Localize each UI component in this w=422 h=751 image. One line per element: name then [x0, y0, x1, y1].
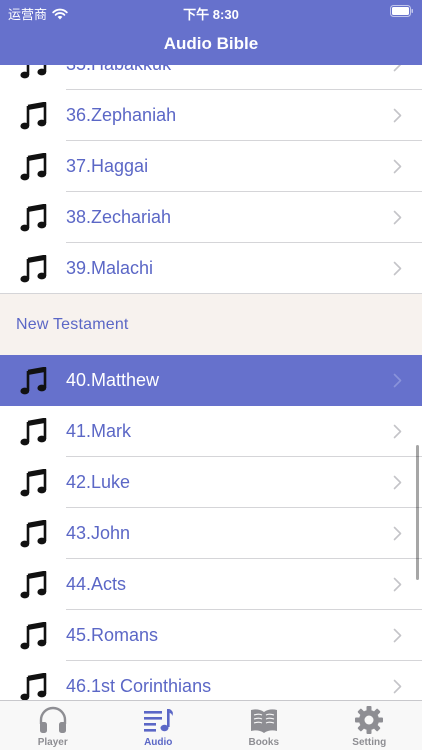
- list-item-label: 39.Malachi: [66, 258, 153, 279]
- music-note-icon: [20, 153, 48, 181]
- scroll-indicator[interactable]: [416, 445, 419, 580]
- list-item[interactable]: 41.Mark: [0, 406, 422, 457]
- book-list[interactable]: 35.Habakkuk 36.Zephaniah 37.Haggai 38.Zecha…: [0, 65, 422, 700]
- list-item[interactable]: 35.Habakkuk: [0, 65, 422, 90]
- tab-bar: Player Audio Books: [0, 700, 422, 750]
- list-item-label: 37.Haggai: [66, 156, 148, 177]
- tab-label: Setting: [317, 737, 422, 748]
- list-item[interactable]: 39.Malachi: [0, 243, 422, 294]
- list-item-label: 45.Romans: [66, 625, 158, 646]
- music-note-icon: [20, 520, 48, 548]
- tab-books[interactable]: Books: [211, 701, 317, 751]
- list-item-label: 40.Matthew: [66, 370, 159, 391]
- playlist-icon: [142, 704, 174, 736]
- chevron-right-icon: [393, 526, 402, 541]
- list-item[interactable]: 38.Zechariah: [0, 192, 422, 243]
- list-item-label: 38.Zechariah: [66, 207, 171, 228]
- music-note-icon: [20, 571, 48, 599]
- gear-icon: [353, 704, 385, 736]
- tab-label: Books: [211, 737, 317, 748]
- chevron-right-icon: [393, 261, 402, 276]
- tab-label: Player: [0, 737, 106, 748]
- chevron-right-icon: [393, 679, 402, 694]
- list-item[interactable]: 44.Acts: [0, 559, 422, 610]
- chevron-right-icon: [393, 159, 402, 174]
- list-item-label: 43.John: [66, 523, 130, 544]
- chevron-right-icon: [393, 373, 402, 388]
- chevron-right-icon: [393, 424, 402, 439]
- list-item-label: 35.Habakkuk: [66, 65, 171, 75]
- chevron-right-icon: [393, 475, 402, 490]
- music-note-icon: [20, 204, 48, 232]
- list-item-label: 46.1st Corinthians: [66, 676, 211, 697]
- section-title: New Testament: [16, 316, 129, 334]
- list-item[interactable]: 43.John: [0, 508, 422, 559]
- book-icon: [248, 704, 280, 736]
- list-item[interactable]: 46.1st Corinthians: [0, 661, 422, 700]
- music-note-icon: [20, 102, 48, 130]
- list-item[interactable]: 45.Romans: [0, 610, 422, 661]
- list-item-label: 42.Luke: [66, 472, 130, 493]
- list-item[interactable]: 36.Zephaniah: [0, 90, 422, 141]
- music-note-icon: [20, 367, 48, 395]
- list-item-label: 44.Acts: [66, 574, 126, 595]
- page-title: Audio Bible: [0, 34, 422, 54]
- chevron-right-icon: [393, 210, 402, 225]
- music-note-icon: [20, 469, 48, 497]
- music-note-icon: [20, 622, 48, 650]
- tab-player[interactable]: Player: [0, 701, 106, 751]
- list-item-label: 41.Mark: [66, 421, 131, 442]
- section-header-new-testament: New Testament: [0, 294, 422, 355]
- chevron-right-icon: [393, 577, 402, 592]
- music-note-icon: [20, 418, 48, 446]
- music-note-icon: [20, 255, 48, 283]
- battery-icon: [390, 5, 414, 17]
- chevron-right-icon: [393, 628, 402, 643]
- tab-label: Audio: [106, 737, 212, 748]
- music-note-icon: [20, 65, 48, 79]
- chevron-right-icon: [393, 108, 402, 123]
- list-item-label: 36.Zephaniah: [66, 105, 176, 126]
- status-time: 下午 8:30: [0, 4, 422, 23]
- list-item[interactable]: 37.Haggai: [0, 141, 422, 192]
- list-item[interactable]: 42.Luke: [0, 457, 422, 508]
- status-bar: 运营商 下午 8:30: [0, 0, 422, 22]
- tab-setting[interactable]: Setting: [317, 701, 422, 751]
- tab-audio[interactable]: Audio: [106, 701, 212, 751]
- headphones-icon: [37, 704, 69, 736]
- navigation-header: 运营商 下午 8:30 Audio Bible: [0, 0, 422, 65]
- chevron-right-icon: [393, 65, 402, 72]
- list-item[interactable]: 40.Matthew: [0, 355, 422, 406]
- music-note-icon: [20, 673, 48, 700]
